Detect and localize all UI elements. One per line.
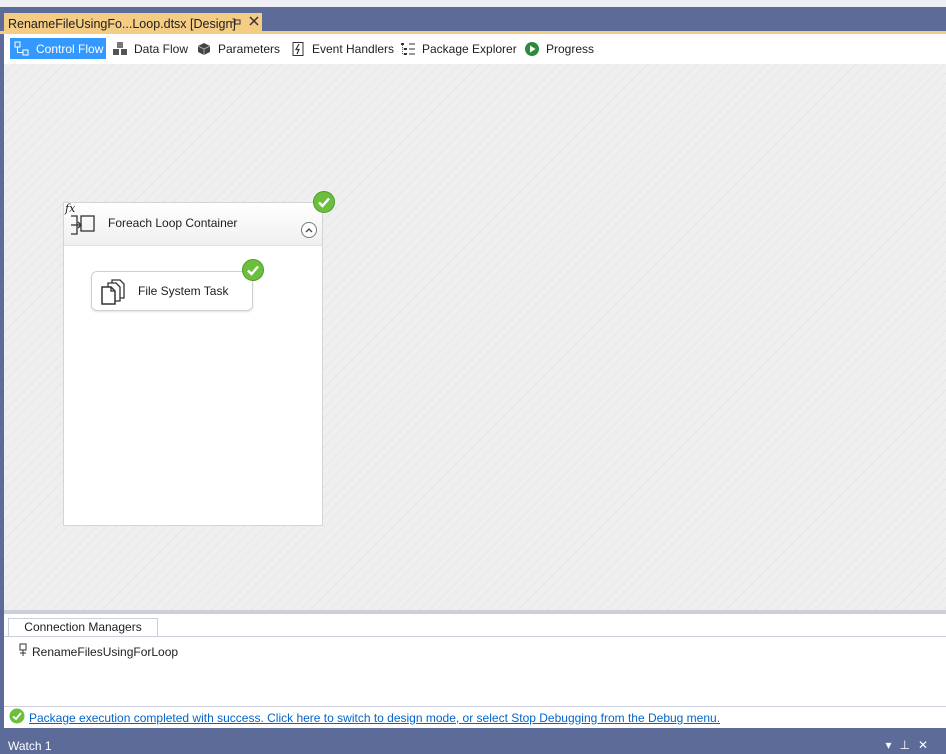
document-tab-title: RenameFileUsingFo...Loop.dtsx [Design]: [8, 17, 236, 31]
tab-parameters[interactable]: Parameters: [192, 38, 280, 59]
tab-event-handlers-label: Event Handlers: [312, 41, 395, 56]
dropdown-icon[interactable]: ▾: [885, 738, 899, 752]
container-header[interactable]: fx Foreach Loop Container: [64, 202, 322, 246]
collapse-button[interactable]: [301, 222, 317, 238]
package-explorer-icon: [400, 41, 416, 57]
pin-icon[interactable]: [230, 16, 242, 31]
file-system-task-icon: [100, 278, 126, 309]
control-flow-icon: [14, 41, 30, 57]
tab-progress-label: Progress: [546, 41, 595, 56]
tab-control-flow[interactable]: Control Flow: [10, 38, 106, 59]
connection-manager-label: RenameFilesUsingForLoop: [32, 644, 179, 659]
tab-control-flow-label: Control Flow: [36, 41, 104, 56]
container-success-icon: [313, 191, 335, 213]
container-title: Foreach Loop Container: [108, 216, 238, 230]
status-bar: Package execution completed with success…: [4, 706, 946, 728]
tab-data-flow[interactable]: Data Flow: [108, 38, 188, 59]
tab-package-explorer-label: Package Explorer: [422, 41, 517, 56]
control-flow-canvas[interactable]: fx Foreach Loop Container File System Ta…: [4, 64, 946, 610]
foreach-loop-container[interactable]: fx Foreach Loop Container File System Ta…: [63, 202, 323, 526]
tab-event-handlers[interactable]: Event Handlers: [286, 38, 394, 59]
tab-parameters-label: Parameters: [218, 41, 281, 56]
close-icon[interactable]: [248, 14, 260, 31]
task-title: File System Task: [138, 284, 229, 298]
event-handlers-icon: [290, 41, 306, 57]
task-success-icon: [242, 259, 264, 281]
tab-package-explorer[interactable]: Package Explorer: [396, 38, 517, 59]
window-top-strip: [0, 0, 946, 7]
pin-icon[interactable]: ⊥: [899, 738, 917, 752]
connection-managers-divider: [4, 636, 946, 637]
connection-managers-panel: Connection Managers RenameFilesUsingForL…: [4, 614, 946, 706]
watch-panel-header: Watch 1 ▾⊥✕: [0, 738, 946, 754]
watch-panel-controls: ▾⊥✕: [885, 738, 936, 752]
success-check-icon: [9, 708, 25, 727]
watch-panel-title: Watch 1: [8, 739, 52, 753]
switch-to-design-link[interactable]: Package execution completed with success…: [29, 711, 720, 725]
foreach-loop-icon: [70, 213, 96, 240]
close-icon[interactable]: ✕: [918, 738, 936, 752]
designer-toolbar: Control Flow Data Flow Parameters Event …: [4, 34, 946, 64]
progress-icon: [524, 41, 540, 57]
data-flow-icon: [112, 41, 128, 57]
package-designer: Control Flow Data Flow Parameters Event …: [4, 34, 946, 706]
connection-managers-tab[interactable]: Connection Managers: [8, 618, 158, 636]
document-tab-bar: RenameFileUsingFo...Loop.dtsx [Design]: [0, 7, 946, 35]
parameters-icon: [196, 41, 212, 57]
connection-manager-item[interactable]: RenameFilesUsingForLoop: [18, 643, 178, 660]
tab-data-flow-label: Data Flow: [134, 41, 189, 56]
tab-progress[interactable]: Progress: [520, 38, 594, 59]
file-system-task[interactable]: File System Task: [91, 271, 253, 311]
file-connection-icon: [18, 643, 28, 660]
